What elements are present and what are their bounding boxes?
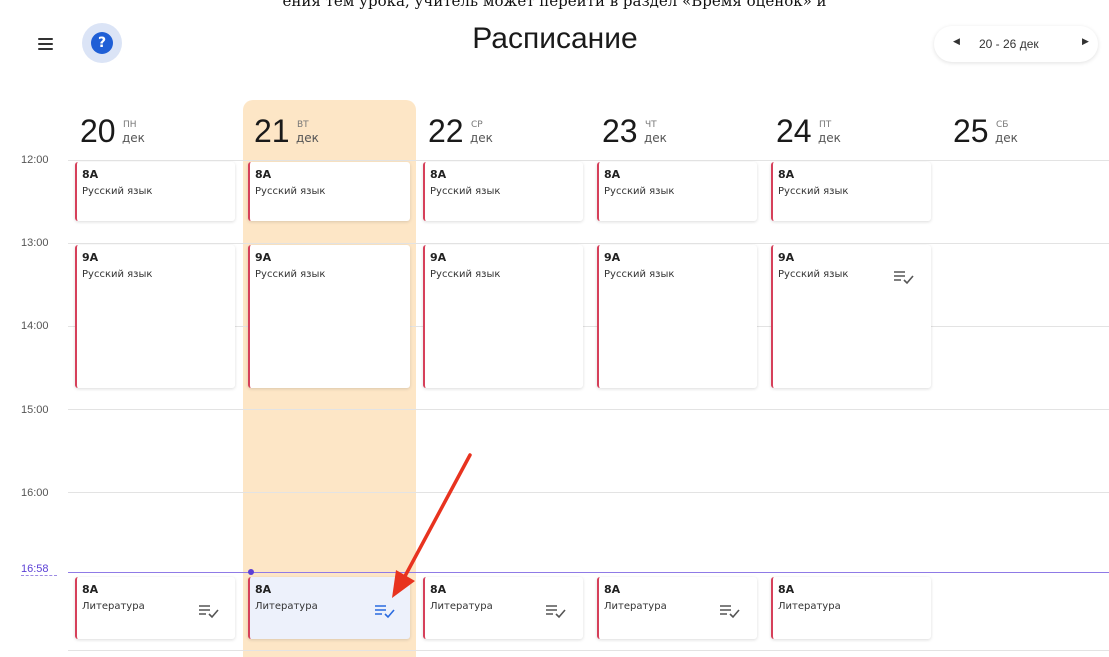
week-switcher: ◀ 20 - 26 дек ▶: [934, 26, 1098, 62]
day-header-thursday[interactable]: 23 ЧТ дек: [602, 113, 692, 157]
week-range[interactable]: 20 - 26 дек: [979, 37, 1039, 51]
hour-line: [68, 409, 1109, 410]
time-label-16: 16:00: [21, 487, 49, 499]
day-number: 23: [602, 113, 638, 149]
lesson-class: 9А: [778, 251, 795, 264]
lesson-card-fri-1[interactable]: 8А Русский язык: [771, 162, 931, 221]
lesson-class: 8А: [604, 168, 621, 181]
lesson-card-mon-1[interactable]: 8А Русский язык: [75, 162, 235, 221]
lesson-subject: Русский язык: [255, 186, 326, 197]
time-label-14: 14:00: [21, 320, 49, 332]
lesson-class: 8А: [778, 583, 795, 596]
homework-check-icon[interactable]: [893, 269, 915, 285]
lesson-card-wed-2[interactable]: 9А Русский язык: [423, 245, 583, 388]
current-time-label: 16:58: [21, 563, 49, 575]
lesson-subject: Литература: [430, 601, 493, 612]
lesson-subject: Русский язык: [778, 269, 849, 280]
lesson-card-tue-1[interactable]: 8А Русский язык: [248, 162, 410, 221]
hour-line: [68, 243, 1109, 244]
lesson-class: 8А: [255, 583, 272, 596]
lesson-class: 8А: [255, 168, 272, 181]
lesson-card-thu-1[interactable]: 8А Русский язык: [597, 162, 757, 221]
current-time-dot: [248, 569, 254, 575]
next-week-button[interactable]: ▶: [1082, 36, 1089, 47]
lesson-subject: Русский язык: [82, 186, 153, 197]
day-header-tuesday[interactable]: 21 ВТ дек: [254, 113, 344, 157]
lesson-class: 8А: [430, 168, 447, 181]
day-header-monday[interactable]: 20 ПН дек: [80, 113, 170, 157]
lesson-subject: Русский язык: [778, 186, 849, 197]
lesson-subject: Русский язык: [82, 269, 153, 280]
day-number: 22: [428, 113, 464, 149]
lesson-card-fri-3[interactable]: 8А Литература: [771, 577, 931, 639]
page-title: Расписание: [472, 22, 638, 55]
day-number: 20: [80, 113, 116, 149]
lesson-subject: Литература: [82, 601, 145, 612]
homework-check-icon[interactable]: [545, 603, 567, 619]
lesson-card-mon-3[interactable]: 8А Литература: [75, 577, 235, 639]
lesson-subject: Русский язык: [604, 186, 675, 197]
day-weekday: СБ: [996, 120, 1009, 130]
lesson-class: 8А: [778, 168, 795, 181]
day-weekday: СР: [471, 120, 483, 130]
day-weekday: ЧТ: [645, 120, 657, 130]
lesson-card-mon-2[interactable]: 9А Русский язык: [75, 245, 235, 388]
help-icon: ?: [91, 32, 113, 54]
day-month: дек: [470, 131, 493, 145]
previous-week-button[interactable]: ◀: [953, 36, 960, 47]
day-month: дек: [122, 131, 145, 145]
lesson-card-thu-2[interactable]: 9А Русский язык: [597, 245, 757, 388]
time-label-13: 13:00: [21, 237, 49, 249]
lesson-class: 9А: [430, 251, 447, 264]
lesson-subject: Русский язык: [255, 269, 326, 280]
lesson-card-tue-2[interactable]: 9А Русский язык: [248, 245, 410, 388]
day-month: дек: [995, 131, 1018, 145]
lesson-class: 8А: [82, 583, 99, 596]
lesson-card-tue-3-selected[interactable]: 8А Литература: [248, 577, 410, 639]
day-month: дек: [296, 131, 319, 145]
day-header-saturday[interactable]: 25 СБ дек: [953, 113, 1043, 157]
hour-line: [68, 650, 1109, 651]
day-month: дек: [818, 131, 841, 145]
day-number: 24: [776, 113, 812, 149]
lesson-class: 9А: [255, 251, 272, 264]
homework-check-icon[interactable]: [198, 603, 220, 619]
homework-check-icon[interactable]: [719, 603, 741, 619]
current-time-line: [68, 572, 1109, 573]
menu-icon[interactable]: [38, 36, 54, 52]
hour-line: [68, 492, 1109, 493]
lesson-card-wed-3[interactable]: 8А Литература: [423, 577, 583, 639]
lesson-subject: Русский язык: [430, 186, 501, 197]
lesson-class: 9А: [82, 251, 99, 264]
lesson-subject: Литература: [255, 601, 318, 612]
lesson-card-wed-1[interactable]: 8А Русский язык: [423, 162, 583, 221]
lesson-subject: Литература: [778, 601, 841, 612]
homework-check-icon[interactable]: [374, 603, 396, 619]
lesson-card-fri-2[interactable]: 9А Русский язык: [771, 245, 931, 388]
lesson-subject: Русский язык: [604, 269, 675, 280]
time-label-12: 12:00: [21, 154, 49, 166]
day-weekday: ВТ: [297, 120, 309, 130]
current-time-tick: [21, 575, 57, 578]
day-weekday: ПН: [123, 120, 137, 130]
day-weekday: ПТ: [819, 120, 832, 130]
day-number: 21: [254, 113, 290, 149]
lesson-class: 8А: [604, 583, 621, 596]
document-caption: ения тем урока, учитель может перейти в …: [282, 0, 827, 10]
day-month: дек: [644, 131, 667, 145]
lesson-subject: Русский язык: [430, 269, 501, 280]
day-header-wednesday[interactable]: 22 СР дек: [428, 113, 518, 157]
day-header-friday[interactable]: 24 ПТ дек: [776, 113, 866, 157]
lesson-subject: Литература: [604, 601, 667, 612]
lesson-class: 8А: [82, 168, 99, 181]
lesson-class: 8А: [430, 583, 447, 596]
day-number: 25: [953, 113, 989, 149]
lesson-class: 9А: [604, 251, 621, 264]
help-button[interactable]: ?: [82, 23, 122, 63]
hour-line: [68, 160, 1109, 161]
time-label-15: 15:00: [21, 404, 49, 416]
lesson-card-thu-3[interactable]: 8А Литература: [597, 577, 757, 639]
